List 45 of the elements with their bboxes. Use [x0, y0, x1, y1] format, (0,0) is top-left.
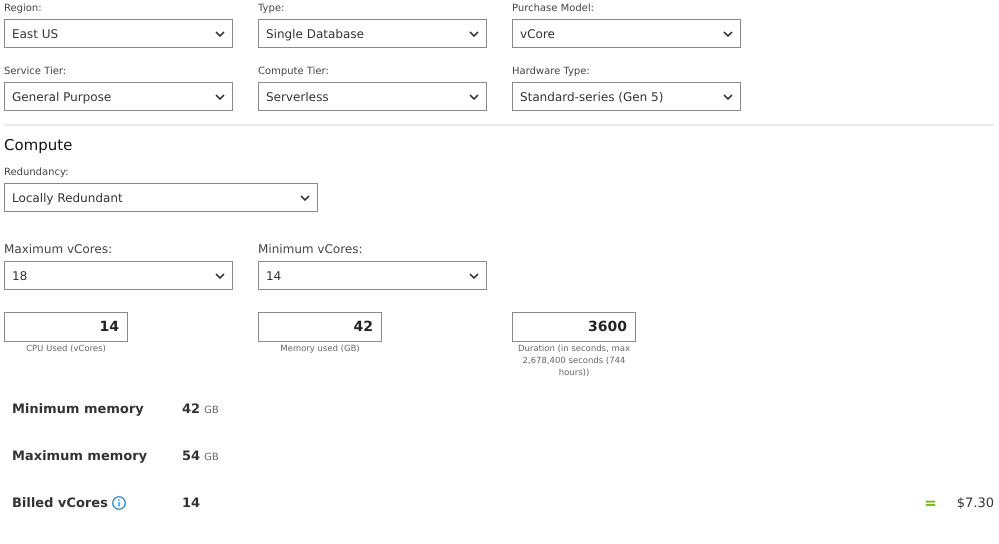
field-label: Type: [258, 2, 286, 15]
number-input[interactable]: 3600 [512, 312, 636, 342]
chevron-down-icon [215, 272, 225, 278]
stat-value: 14 [182, 496, 200, 510]
input-caption: Memory used (GB) [280, 343, 360, 355]
info-icon[interactable] [112, 496, 126, 510]
dropdown[interactable]: vCore [512, 19, 741, 48]
dropdown[interactable]: 14 [258, 261, 487, 290]
input-caption: Duration (in seconds, max 2,678,400 seconds (744 hours)) [516, 343, 632, 379]
field-label: Service Tier: [4, 65, 68, 78]
field-label: Region: [4, 2, 43, 15]
input-caption: CPU Used (vCores) [26, 343, 106, 355]
dropdown[interactable]: Standard-series (Gen 5) [512, 82, 741, 111]
stat-unit: GB [204, 452, 219, 462]
dropdown[interactable]: Serverless [258, 82, 487, 111]
chevron-down-icon [300, 194, 310, 200]
chevron-down-icon [723, 94, 733, 100]
equals-sign: = [924, 494, 937, 512]
chevron-down-icon [469, 30, 479, 36]
dropdown[interactable]: 18 [4, 261, 233, 290]
chevron-down-icon [723, 30, 733, 36]
number-input[interactable]: 42 [258, 312, 382, 342]
stat-label: Minimum memory [12, 402, 144, 416]
stat-value: 54 [182, 448, 200, 464]
dropdown[interactable]: Single Database [258, 19, 487, 48]
field-label: Compute Tier: [258, 65, 330, 78]
section-heading: Compute [4, 136, 74, 154]
field-label: Minimum vCores: [258, 242, 364, 257]
field-label: Purchase Model: [512, 2, 595, 15]
chevron-down-icon [469, 272, 479, 278]
stat-unit: GB [204, 404, 219, 416]
stat-label: Billed vCores [12, 496, 108, 510]
stat-value: 42 [182, 402, 200, 416]
chevron-down-icon [215, 30, 225, 36]
dropdown[interactable]: East US [4, 19, 233, 48]
dropdown[interactable]: Locally Redundant [4, 183, 318, 212]
chevron-down-icon [215, 94, 225, 100]
dropdown[interactable]: General Purpose [4, 82, 233, 111]
field-label: Redundancy: [4, 166, 70, 179]
number-input[interactable]: 14 [4, 312, 128, 342]
chevron-down-icon [469, 94, 479, 100]
field-label: Maximum vCores: [4, 242, 114, 257]
stat-label: Maximum memory [12, 448, 148, 464]
total-price: $7.30 [956, 496, 994, 510]
field-label: Hardware Type: [512, 65, 591, 78]
